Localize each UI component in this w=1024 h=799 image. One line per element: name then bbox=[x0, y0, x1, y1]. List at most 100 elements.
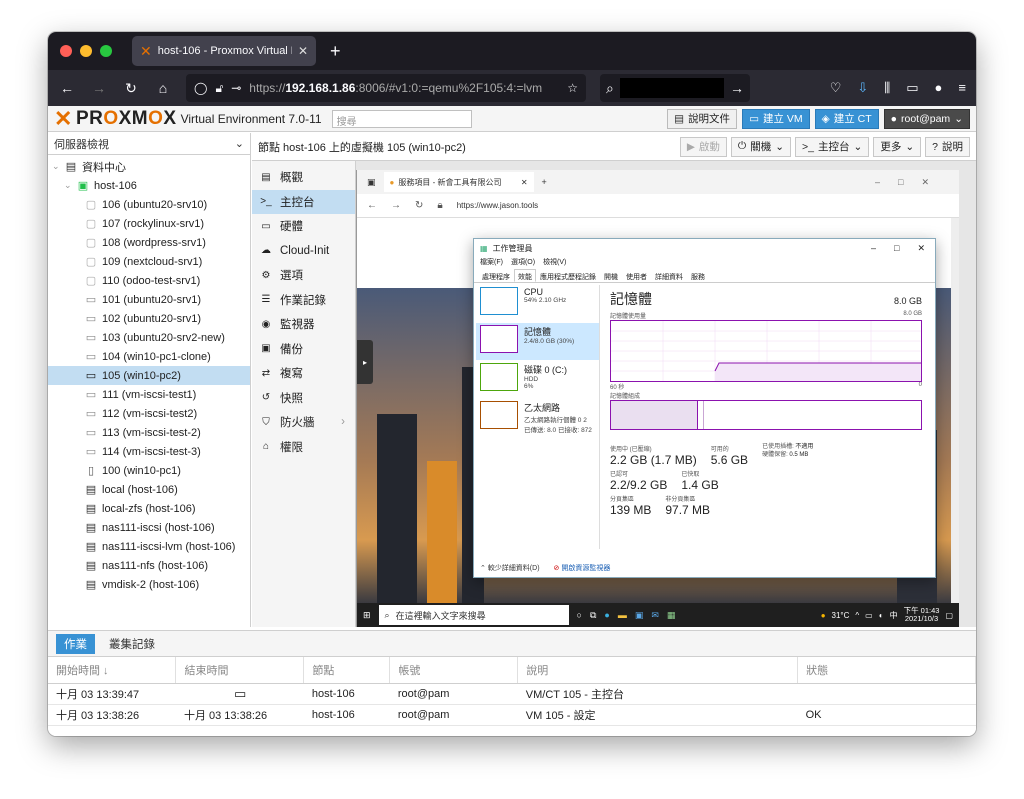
open-resource-monitor-link[interactable]: ⊘ 開啟資源監視器 bbox=[554, 563, 611, 573]
taskmgr-tab[interactable]: 處理程序 bbox=[478, 269, 514, 282]
tree-node-vm[interactable]: ▭ 103 (ubuntu20-srv2-new) bbox=[48, 328, 250, 347]
create-ct-button[interactable]: ◈ 建立 CT bbox=[814, 108, 879, 129]
taskmgr-tab[interactable]: 使用者 bbox=[622, 269, 651, 282]
zoom-window-button[interactable] bbox=[100, 45, 112, 57]
minimize-window-button[interactable] bbox=[80, 45, 92, 57]
guest-browser-tab[interactable]: ● 服務項目 - 新會工具有限公司 ✕ bbox=[383, 172, 534, 192]
tree-node-vm[interactable]: ▤ local-zfs (host-106) bbox=[48, 499, 250, 518]
create-vm-button[interactable]: ▭ 建立 VM bbox=[742, 108, 810, 129]
reload-icon[interactable]: ↻ bbox=[415, 200, 423, 211]
task-view-icon[interactable]: ⧉ bbox=[590, 610, 596, 621]
tree-node-vm[interactable]: ▭ 111 (vm-iscsi-test1) bbox=[48, 385, 250, 404]
back-icon[interactable]: ← bbox=[367, 200, 377, 211]
guest-url[interactable]: https://www.jason.tools bbox=[457, 201, 538, 210]
tree-node-vm[interactable]: ▭ 101 (ubuntu20-srv1) bbox=[48, 290, 250, 309]
taskmgr-tab[interactable]: 開機 bbox=[600, 269, 622, 282]
network-icon[interactable]: ▭ bbox=[865, 611, 873, 620]
store-icon[interactable]: ▣ bbox=[635, 610, 644, 621]
guest-scrollbar[interactable] bbox=[951, 218, 959, 603]
more-button[interactable]: 更多 ⌄ bbox=[873, 136, 922, 157]
tree-node-vm[interactable]: ▢ 109 (nextcloud-srv1) bbox=[48, 252, 250, 271]
new-tab-icon[interactable]: + bbox=[330, 41, 341, 62]
vm-menu-item[interactable]: ⇄ 複寫 bbox=[252, 361, 355, 386]
menu-icon[interactable]: ≡ bbox=[958, 80, 966, 96]
novnc-sidebar-handle[interactable]: ▸ bbox=[357, 340, 373, 384]
vm-menu-item[interactable]: >_ 主控台 bbox=[252, 189, 355, 214]
tray-chevron-icon[interactable]: ^ bbox=[855, 611, 859, 620]
tree-node-host[interactable]: ⌄ ▣ host-106 bbox=[48, 176, 250, 195]
temperature[interactable]: 31°C bbox=[832, 611, 850, 620]
guest-screen[interactable]: ▣ ● 服務項目 - 新會工具有限公司 ✕ + –□✕ ← → ↻ 🔒︎ htt… bbox=[356, 170, 959, 627]
tree-node-vm[interactable]: ▤ local (host-106) bbox=[48, 480, 250, 499]
go-arrow-icon[interactable]: → bbox=[730, 80, 744, 96]
taskbar-clock[interactable]: 下午 01:43 2021/10/3 bbox=[904, 607, 940, 623]
taskmgr-tab[interactable]: 服務 bbox=[687, 269, 709, 282]
task-manager-window[interactable]: ▦ 工作管理員 – □ ✕ 檔案(F) 選項(O) 檢視(V) 處理程序 效能 應用程式歷程… bbox=[473, 238, 936, 578]
guest-window-controls[interactable]: –□✕ bbox=[875, 177, 959, 188]
log-tab[interactable]: 叢集記錄 bbox=[101, 634, 163, 654]
vm-menu-item[interactable]: ⛉ 防火牆 › bbox=[252, 410, 355, 435]
fewer-details-link[interactable]: ⌃ 較少詳細資料(D) bbox=[480, 563, 540, 573]
user-menu-button[interactable]: ● root@pam ⌄ bbox=[883, 108, 970, 129]
taskmgr-tab[interactable]: 應用程式歷程記錄 bbox=[536, 269, 600, 282]
lock-warning-icon[interactable]: 🔓︎ bbox=[215, 81, 223, 96]
chevron-down-icon[interactable]: ⌄ bbox=[775, 141, 784, 153]
taskmgr-tab[interactable]: 詳細資料 bbox=[651, 269, 687, 282]
collapse-icon[interactable]: ⌄ bbox=[52, 161, 60, 172]
help-button[interactable]: ? 說明 bbox=[925, 136, 970, 157]
bookmark-star-icon[interactable]: ☆ bbox=[567, 81, 578, 95]
forward-icon[interactable]: → bbox=[90, 80, 108, 96]
tree-node-vm[interactable]: ▭ 104 (win10-pc1-clone) bbox=[48, 347, 250, 366]
vm-menu-item[interactable]: ▤ 概觀 bbox=[252, 165, 355, 190]
account-icon[interactable]: ● bbox=[935, 80, 943, 96]
new-tab-icon[interactable]: + bbox=[542, 177, 547, 187]
tree-node-vm[interactable]: ▭ 102 (ubuntu20-srv1) bbox=[48, 309, 250, 328]
column-header[interactable]: 狀態 bbox=[797, 657, 976, 684]
tab-actions-icon[interactable]: ▣ bbox=[367, 177, 376, 188]
tree-node-vm[interactable]: ▤ vmdisk-2 (host-106) bbox=[48, 575, 250, 594]
vm-menu-item[interactable]: ▭ 硬體 bbox=[252, 214, 355, 239]
vm-menu-item[interactable]: ▣ 備份 bbox=[252, 337, 355, 362]
view-selector[interactable]: 伺服器檢視 ⌄ bbox=[48, 133, 250, 155]
close-tab-icon[interactable]: ✕ bbox=[521, 178, 528, 187]
shutdown-button[interactable]: ⏻ 關機 ⌄ bbox=[730, 136, 792, 157]
chevron-right-icon[interactable]: › bbox=[341, 416, 345, 428]
weather-icon[interactable]: ● bbox=[821, 611, 826, 620]
tree-node-vm[interactable]: ▭ 113 (vm-iscsi-test-2) bbox=[48, 423, 250, 442]
windows-start-icon[interactable]: ⊞ bbox=[363, 610, 371, 621]
taskmgr-taskbar-icon[interactable]: ▦ bbox=[667, 610, 676, 621]
console-button[interactable]: >_ 主控台 ⌄ bbox=[795, 136, 870, 157]
home-icon[interactable]: ⌂ bbox=[154, 80, 172, 96]
taskbar-search-input[interactable]: ⌕ 在這裡輸入文字來搜尋 bbox=[378, 605, 569, 625]
url-bar[interactable]: ◯ 🔓︎ ⊸ https://192.168.1.86:8006/#v1:0:=… bbox=[186, 74, 586, 102]
browser-tab-active[interactable]: ✕ host-106 - Proxmox Virtual Envi ✕ bbox=[132, 36, 316, 66]
tree-node-vm[interactable]: ▤ nas111-iscsi (host-106) bbox=[48, 518, 250, 537]
edge-icon[interactable]: ● bbox=[604, 610, 609, 620]
download-icon[interactable]: ⇩ bbox=[857, 80, 868, 96]
forward-icon[interactable]: → bbox=[391, 200, 401, 211]
tree-node-vm[interactable]: ▢ 110 (odoo-test-srv1) bbox=[48, 271, 250, 290]
table-row[interactable]: 十月 03 13:39:47 ▭ host-106 root@pam VM/CT 105… bbox=[48, 683, 976, 705]
sidebar-icon[interactable]: ▭ bbox=[906, 80, 918, 96]
tree-node-vm[interactable]: ▢ 106 (ubuntu20-srv10) bbox=[48, 195, 250, 214]
explorer-icon[interactable]: ▬ bbox=[618, 610, 627, 620]
vm-menu-item[interactable]: ⌂ 權限 bbox=[252, 435, 355, 460]
column-header[interactable]: 結束時間 bbox=[175, 657, 305, 684]
log-tab[interactable]: 作業 bbox=[56, 633, 95, 654]
vm-menu-item[interactable]: ☁ Cloud-Init bbox=[252, 239, 355, 264]
chevron-down-icon[interactable]: ⌄ bbox=[854, 141, 863, 153]
ime-indicator[interactable]: 中 bbox=[890, 610, 898, 621]
library-icon[interactable]: ⫼ bbox=[884, 80, 890, 96]
close-window-button[interactable] bbox=[60, 45, 72, 57]
pocket-icon[interactable]: ♡ bbox=[830, 80, 842, 96]
tree-node-vm[interactable]: ▭ 114 (vm-iscsi-test-3) bbox=[48, 442, 250, 461]
tree-node-datacenter[interactable]: ⌄ ▤ 資料中心 bbox=[48, 157, 250, 176]
tree-node-vm[interactable]: ▯ 100 (win10-pc1) bbox=[48, 461, 250, 480]
mail-icon[interactable]: ✉ bbox=[651, 610, 659, 621]
close-tab-icon[interactable]: ✕ bbox=[298, 44, 308, 58]
notification-icon[interactable]: ▢ bbox=[945, 611, 953, 620]
tree-node-vm[interactable]: ▤ nas111-iscsi-lvm (host-106) bbox=[48, 537, 250, 556]
perf-item[interactable]: 記憶體 2.4/8.0 GB (30%) bbox=[476, 323, 599, 360]
table-row[interactable]: 十月 03 13:38:26 十月 03 13:38:26 host-106 root… bbox=[48, 704, 976, 726]
perf-item[interactable]: CPU 54% 2.10 GHz bbox=[476, 285, 599, 322]
